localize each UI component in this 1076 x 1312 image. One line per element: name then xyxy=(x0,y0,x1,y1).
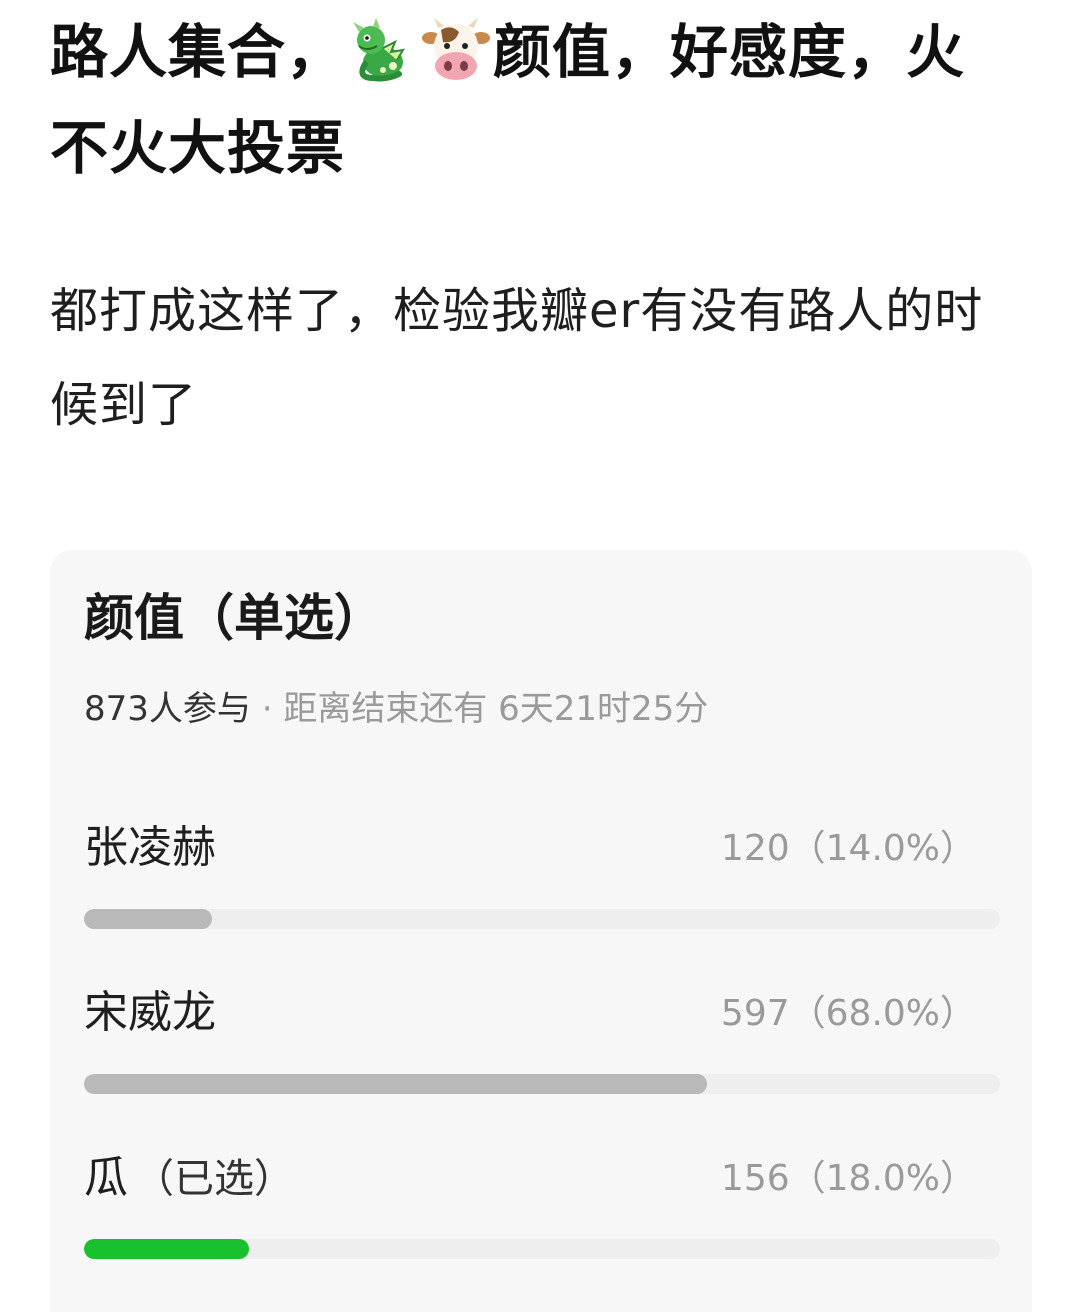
poll-card: 颜值（单选） 873人参与 · 距离结束还有 6天21时25分 张凌赫 120（… xyxy=(50,550,1032,1312)
poll-option-bar-track xyxy=(84,1074,1000,1094)
dragon-emoji-icon xyxy=(353,18,405,82)
poll-option-bar-fill xyxy=(84,909,213,929)
post-title-part1: 路人集合， xyxy=(50,18,346,86)
poll-option-bar-fill xyxy=(84,1074,707,1094)
poll-option-name: 宋威龙 xyxy=(84,981,222,1046)
poll-option[interactable]: 瓜（已选） 156（18.0%） xyxy=(84,1146,1000,1286)
poll-option-label: 宋威龙 xyxy=(84,987,216,1038)
post-title: 路人集合， 颜值，好感度，火不火大投票 xyxy=(50,4,1010,196)
poll-option-bar-fill xyxy=(84,1239,249,1259)
poll-option-result: 597（68.0%） xyxy=(720,993,976,1034)
poll-option-label: 瓜 xyxy=(84,1152,128,1203)
poll-option-name: 瓜（已选） xyxy=(84,1146,294,1211)
post-body-text: 都打成这样了，检验我瓣er有没有路人的时候到了 xyxy=(50,283,984,433)
poll-option-selected-tag: （已选） xyxy=(134,1156,294,1202)
poll-option-result: 156（18.0%） xyxy=(720,1158,976,1199)
poll-option-bar-track xyxy=(84,1239,1000,1259)
poll-option-result: 120（14.0%） xyxy=(720,828,976,869)
poll-meta-separator: · xyxy=(250,689,284,729)
poll-meta: 873人参与 · 距离结束还有 6天21时25分 xyxy=(84,684,708,734)
poll-title: 颜值（单选） xyxy=(84,589,384,647)
poll-time-remaining: 距离结束还有 6天21时25分 xyxy=(283,689,709,729)
poll-option-bar-track xyxy=(84,909,1000,929)
poll-option[interactable]: 宋威龙 597（68.0%） xyxy=(84,981,1000,1121)
poll-option[interactable]: 张凌赫 120（14.0%） xyxy=(84,816,1000,956)
poll-participants: 873人参与 xyxy=(84,689,251,729)
post-page: 路人集合， 颜值，好感度，火不火大投票 都打成这样了，检验我瓣er有没有路人的时… xyxy=(0,0,1076,1312)
cow-face-emoji-icon xyxy=(422,18,491,80)
poll-option-name: 张凌赫 xyxy=(84,816,222,881)
poll-option-label: 张凌赫 xyxy=(84,822,216,873)
